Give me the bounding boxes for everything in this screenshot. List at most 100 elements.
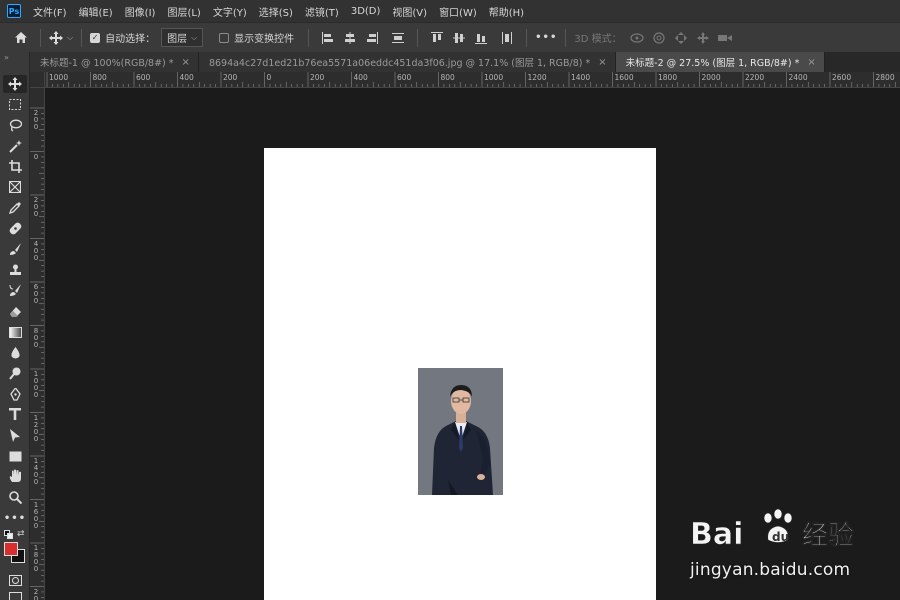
document-tab[interactable]: 未标题-1 @ 100%(RGB/8#) * × — [30, 52, 199, 72]
path-selection-tool-icon[interactable] — [3, 426, 27, 444]
3d-orbit-icon[interactable] — [628, 29, 646, 47]
eyedropper-tool-icon[interactable] — [3, 198, 27, 216]
type-tool-icon[interactable] — [3, 405, 27, 423]
align-bottom-edges-icon[interactable] — [472, 29, 490, 47]
horizontal-ruler[interactable]: 1000 800 600 400 200 0 200 400 600 800 1000 1200 140… — [45, 72, 900, 88]
screen-mode-icon[interactable] — [3, 590, 27, 600]
magic-wand-tool-icon[interactable] — [3, 137, 27, 155]
separator — [308, 28, 310, 47]
menu-filter[interactable]: 滤镜(T) — [305, 4, 339, 19]
more-tools-icon[interactable]: ••• — [3, 509, 27, 527]
menu-select[interactable]: 选择(S) — [259, 4, 293, 19]
ruler-label: 1200 — [33, 413, 39, 443]
quick-mask-icon[interactable] — [3, 571, 27, 589]
menu-3d[interactable]: 3D(D) — [351, 6, 381, 17]
3d-roll-icon[interactable] — [650, 29, 668, 47]
history-brush-tool-icon[interactable] — [3, 281, 27, 299]
show-transform-option[interactable]: 显示变换控件 — [219, 30, 294, 45]
menu-window[interactable]: 窗口(W) — [439, 4, 477, 19]
brush-tool-icon[interactable] — [3, 240, 27, 258]
photoshop-window: Ps 文件(F) 编辑(E) 图像(I) 图层(L) 文字(Y) 选择(S) 滤… — [0, 0, 900, 600]
ruler-label: 1000 — [33, 370, 39, 399]
ruler-origin[interactable] — [30, 72, 45, 88]
show-transform-checkbox[interactable] — [219, 32, 230, 43]
watermark-brand-text: Bai — [690, 517, 743, 550]
show-transform-label: 显示变换控件 — [234, 34, 295, 45]
close-icon[interactable]: × — [182, 57, 190, 68]
distribute-horizontal-icon[interactable] — [498, 29, 516, 47]
separator — [565, 28, 567, 47]
dodge-tool-icon[interactable] — [3, 364, 27, 382]
move-tool-icon[interactable] — [3, 75, 27, 93]
zoom-tool-icon[interactable] — [3, 488, 27, 506]
auto-select-option[interactable]: ✓ 自动选择： 图层 ⌵ — [90, 28, 204, 47]
menu-image[interactable]: 图像(I) — [125, 4, 156, 19]
close-icon[interactable]: × — [598, 57, 606, 68]
clone-stamp-tool-icon[interactable] — [3, 261, 27, 279]
align-vertical-centers-icon[interactable] — [450, 29, 468, 47]
align-horizontal-centers-icon[interactable] — [341, 29, 359, 47]
auto-select-checkbox[interactable]: ✓ — [90, 32, 101, 43]
ruler-ticks — [46, 72, 896, 87]
blur-tool-icon[interactable] — [3, 344, 27, 362]
ruler-label: 1600 — [614, 73, 634, 82]
default-colors-icon[interactable] — [4, 530, 13, 542]
portrait-photo-layer[interactable] — [418, 368, 503, 495]
lasso-tool-icon[interactable] — [3, 116, 27, 134]
ruler-label: 2400 — [788, 73, 808, 82]
hand-tool-icon[interactable] — [3, 467, 27, 485]
menu-help[interactable]: 帮助(H) — [489, 4, 524, 19]
ruler-label: 1200 — [527, 73, 547, 82]
ruler-label: 600 — [397, 73, 412, 82]
crop-tool-icon[interactable] — [3, 157, 27, 175]
menu-edit[interactable]: 编辑(E) — [79, 4, 113, 19]
watermark-brand-text-2: 经验 — [802, 520, 854, 550]
menu-view[interactable]: 视图(V) — [392, 4, 427, 19]
ruler-label: 2000 — [33, 587, 39, 600]
document-tab-active[interactable]: 未标题-2 @ 27.5% (图层 1, RGB/8#) * × — [615, 52, 825, 72]
align-right-edges-icon[interactable] — [363, 29, 381, 47]
baidu-paw-logo-icon: Bai du 经验 — [690, 508, 854, 550]
eraser-tool-icon[interactable] — [3, 302, 27, 320]
home-icon[interactable] — [12, 29, 30, 47]
move-tool-preset-picker[interactable]: ⌵ — [49, 30, 74, 45]
ruler-label: 2600 — [832, 73, 852, 82]
menu-file[interactable]: 文件(F) — [33, 4, 67, 19]
align-left-edges-icon[interactable] — [319, 29, 337, 47]
healing-brush-tool-icon[interactable] — [3, 219, 27, 237]
ruler-label: 200 — [33, 109, 39, 131]
3d-mode-label: 3D 模式： — [574, 34, 622, 45]
document-tab[interactable]: 8694a4c27d1ed21b76ea5571a06eddc451da3f06… — [198, 52, 616, 72]
chevron-down-icon: ⌵ — [67, 32, 74, 42]
rectangle-tool-icon[interactable] — [3, 447, 27, 465]
menu-layer[interactable]: 图层(L) — [167, 4, 200, 19]
swap-colors-icon[interactable]: ⇄ — [17, 529, 25, 539]
auto-select-target-dropdown[interactable]: 图层 ⌵ — [161, 28, 204, 47]
gradient-tool-icon[interactable] — [3, 323, 27, 341]
ruler-label: 2000 — [701, 73, 721, 82]
align-top-edges-icon[interactable] — [428, 29, 446, 47]
vertical-ruler[interactable]: 2000200400600800100012001400160018002000 — [30, 88, 45, 600]
pen-tool-icon[interactable] — [3, 385, 27, 403]
3d-slide-icon[interactable] — [694, 29, 712, 47]
options-bar: ⌵ ✓ 自动选择： 图层 ⌵ 显示变换控件 ••• 3D 模式： — [0, 22, 900, 52]
frame-tool-icon[interactable] — [3, 178, 27, 196]
more-options-button[interactable]: ••• — [535, 32, 557, 43]
foreground-color-swatch[interactable] — [4, 542, 18, 556]
collapse-arrows-icon[interactable]: » — [4, 53, 9, 62]
ruler-label: 1000 — [49, 73, 69, 82]
3d-drag-icon[interactable] — [672, 29, 690, 47]
ruler-label: 2200 — [745, 73, 765, 82]
ruler-label: 600 — [136, 73, 151, 82]
move-icon — [49, 30, 63, 45]
ruler-label: 0 — [266, 73, 272, 82]
distribute-vertical-icon[interactable] — [389, 29, 407, 47]
menu-bar: Ps 文件(F) 编辑(E) 图像(I) 图层(L) 文字(Y) 选择(S) 滤… — [0, 0, 900, 22]
close-icon[interactable]: × — [807, 57, 815, 68]
document-canvas[interactable] — [264, 148, 656, 600]
ruler-label: 400 — [179, 73, 194, 82]
3d-camera-icon[interactable] — [716, 29, 734, 47]
photoshop-logo-icon: Ps — [7, 4, 21, 18]
rectangular-marquee-tool-icon[interactable] — [3, 95, 27, 113]
menu-type[interactable]: 文字(Y) — [213, 4, 247, 19]
